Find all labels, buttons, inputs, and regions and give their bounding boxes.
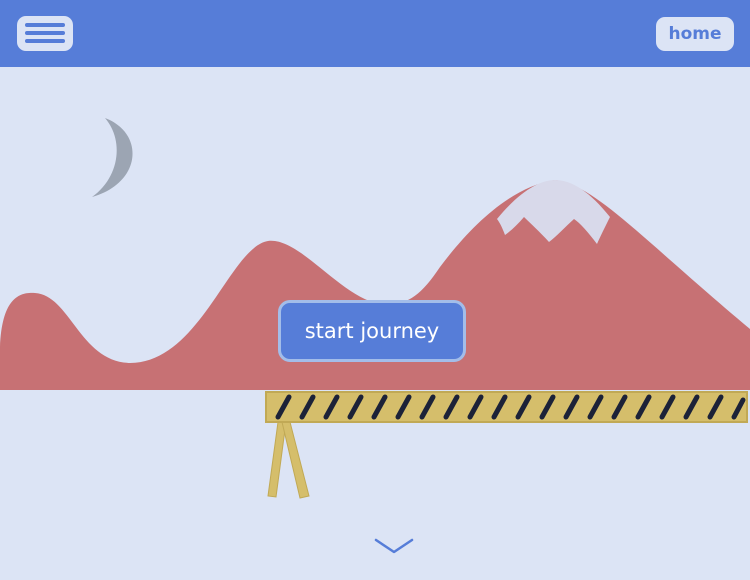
chevron-down-icon — [374, 538, 414, 554]
top-navigation-bar: home — [0, 0, 750, 67]
menu-button[interactable] — [17, 16, 73, 51]
home-button[interactable]: home — [656, 17, 734, 51]
barrier-leg — [281, 421, 310, 499]
landing-page: home start journey — [0, 0, 750, 580]
start-journey-button[interactable]: start journey — [278, 300, 466, 362]
scroll-down-button[interactable] — [374, 536, 414, 556]
barrier-leg — [267, 421, 287, 498]
road-barrier — [265, 391, 748, 423]
crescent-moon-icon — [92, 118, 133, 197]
hamburger-menu-icon — [25, 23, 65, 43]
